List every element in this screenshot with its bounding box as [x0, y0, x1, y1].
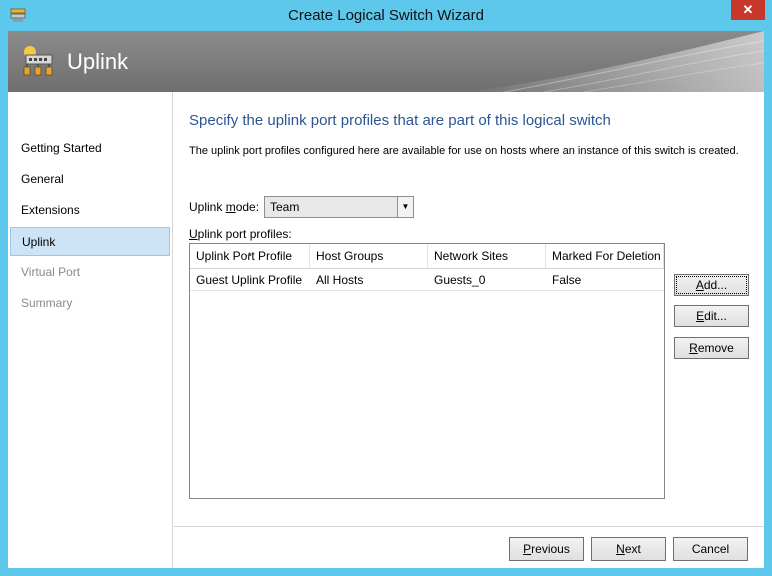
- edit-accesskey: E: [696, 309, 705, 323]
- cancel-button[interactable]: Cancel: [673, 537, 748, 561]
- column-header-marked-for-deletion[interactable]: Marked For Deletion: [546, 244, 664, 268]
- wizard-window: Create Logical Switch Wizard ✕ Uplink Ge…: [0, 0, 772, 576]
- close-icon: ✕: [742, 2, 754, 17]
- column-header-uplink-port-profile[interactable]: ▲ Uplink Port Profile: [190, 244, 310, 268]
- remove-label: emove: [697, 341, 734, 355]
- uplink-mode-label-text: Uplink: [189, 200, 226, 214]
- uplink-mode-label: Uplink mode:: [189, 200, 259, 214]
- uplink-mode-label-tail: ode:: [235, 200, 260, 214]
- uplink-profiles-grid[interactable]: ▲ Uplink Port Profile Host Groups Networ…: [189, 243, 665, 499]
- remove-accesskey: R: [689, 341, 698, 355]
- cell-host-groups: All Hosts: [316, 273, 364, 287]
- uplink-profiles-label-text: plink port profiles:: [197, 227, 292, 241]
- table-row[interactable]: Guest Uplink Profile All Hosts Guests_0 …: [190, 269, 664, 291]
- wizard-client: Uplink Getting Started General Extension…: [8, 31, 764, 568]
- next-label: ext: [624, 542, 641, 556]
- previous-label: revious: [531, 542, 570, 556]
- previous-accesskey: P: [523, 542, 532, 556]
- banner-title: Uplink: [67, 49, 129, 74]
- uplink-profiles-label: Uplink port profiles:: [189, 227, 292, 241]
- next-accesskey: N: [616, 542, 625, 556]
- wizard-banner: Uplink: [8, 31, 764, 92]
- grid-header: ▲ Uplink Port Profile Host Groups Networ…: [190, 244, 664, 269]
- nav-item-uplink[interactable]: Uplink: [10, 227, 170, 256]
- close-button[interactable]: ✕: [731, 0, 765, 20]
- column-header-host-groups[interactable]: Host Groups: [310, 244, 428, 268]
- add-label: dd...: [703, 278, 728, 292]
- window-title: Create Logical Switch Wizard: [288, 7, 484, 24]
- wizard-footer: Previous Next Cancel: [174, 526, 764, 568]
- chevron-down-icon[interactable]: ▼: [397, 197, 413, 217]
- add-accesskey: A: [695, 278, 704, 292]
- add-button[interactable]: Add...: [674, 274, 749, 296]
- uplink-mode-dropdown[interactable]: Team ▼: [264, 196, 414, 218]
- edit-button[interactable]: Edit...: [674, 305, 749, 327]
- column-header-label: Uplink Port Profile: [196, 249, 293, 263]
- uplink-profiles-accesskey: U: [189, 227, 198, 241]
- remove-button[interactable]: Remove: [674, 337, 749, 359]
- uplink-mode-value: Team: [270, 200, 300, 214]
- previous-button[interactable]: Previous: [509, 537, 584, 561]
- nav-item-summary: Summary: [21, 296, 73, 310]
- cell-uplink-port-profile: Guest Uplink Profile: [196, 273, 303, 287]
- edit-label: dit...: [704, 309, 727, 323]
- nav-item-virtual-port: Virtual Port: [21, 265, 81, 279]
- cell-marked-for-deletion: False: [552, 273, 582, 287]
- cell-network-sites: Guests_0: [434, 273, 486, 287]
- page-description: The uplink port profiles configured here…: [189, 145, 739, 157]
- nav-item-getting-started[interactable]: Getting Started: [10, 134, 170, 163]
- uplink-mode-accesskey: m: [225, 200, 236, 214]
- page-heading: Specify the uplink port profiles that ar…: [189, 112, 611, 129]
- sort-ascending-icon: ▲: [246, 251, 253, 258]
- banner-decoration: [464, 31, 764, 92]
- nav-item-general[interactable]: General: [10, 165, 170, 194]
- column-header-network-sites[interactable]: Network Sites: [428, 244, 546, 268]
- nav-item-extensions[interactable]: Extensions: [10, 196, 170, 225]
- wizard-content: Specify the uplink port profiles that ar…: [174, 92, 764, 526]
- title-bar[interactable]: Create Logical Switch Wizard ✕: [0, 0, 772, 31]
- next-button[interactable]: Next: [591, 537, 666, 561]
- network-switch-icon: [23, 46, 53, 76]
- wizard-nav: Getting Started General Extensions Uplin…: [8, 92, 173, 568]
